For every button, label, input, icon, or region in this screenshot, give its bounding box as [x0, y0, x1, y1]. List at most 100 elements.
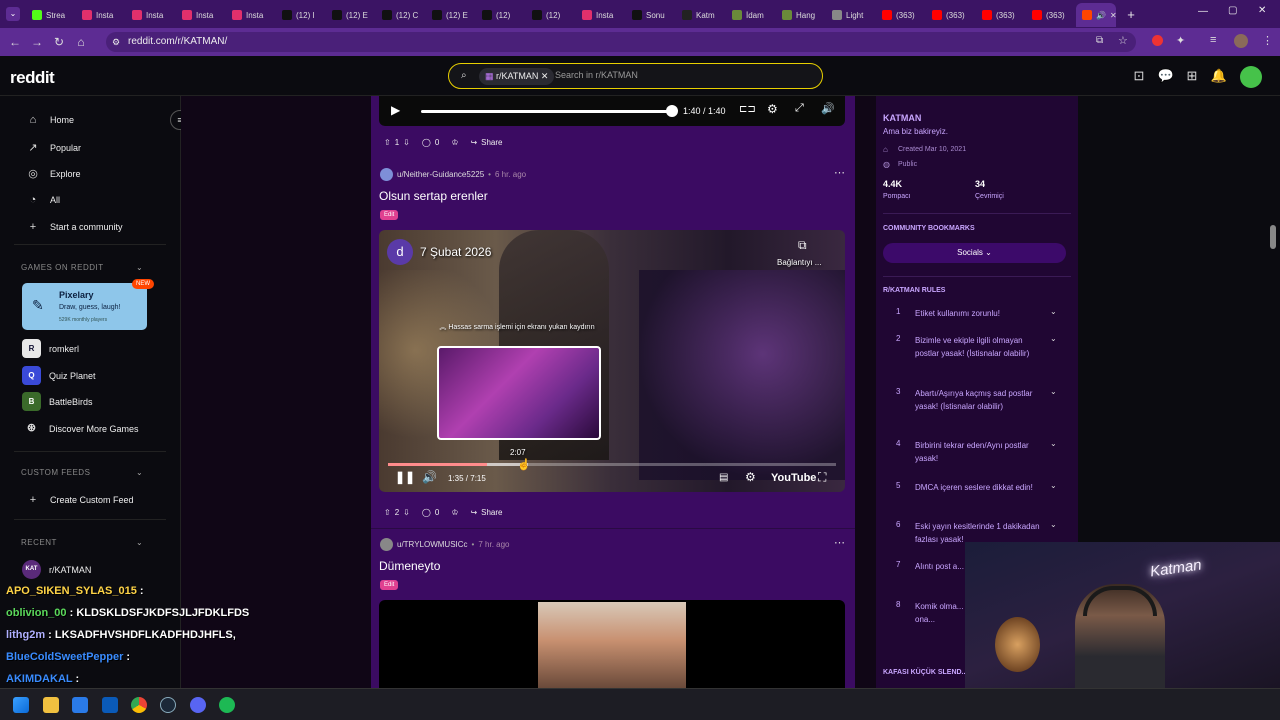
video-title[interactable]: 7 Şubat 2026 — [420, 245, 491, 259]
chip-close-icon[interactable]: ✕ — [538, 71, 549, 81]
steam-icon[interactable] — [160, 697, 176, 713]
browser-tab[interactable]: Insta — [76, 3, 126, 27]
browser-tab[interactable]: Hang — [776, 3, 826, 27]
chat-icon[interactable]: 💬 — [1157, 67, 1175, 85]
sidebar-item-start-community[interactable]: + Start a community — [26, 221, 123, 233]
post-title[interactable]: Dümeneyto — [379, 559, 440, 573]
close-icon[interactable]: ✕ — [1110, 11, 1116, 20]
browser-tab[interactable]: (363) — [926, 3, 976, 27]
recent-item[interactable]: KAT r/KATMAN — [22, 560, 91, 579]
browser-tab[interactable]: Sonu — [626, 3, 676, 27]
share-button[interactable]: ↪ Share — [470, 138, 502, 147]
browser-tab[interactable]: (363) — [876, 3, 926, 27]
file-explorer-icon[interactable] — [43, 697, 59, 713]
browser-tab[interactable]: Katm — [676, 3, 726, 27]
browser-tab[interactable]: (12) E — [326, 3, 376, 27]
chevron-down-icon[interactable]: ⌄ — [136, 263, 143, 272]
maximize-button[interactable]: ▢ — [1228, 5, 1237, 16]
youtube-logo[interactable]: YouTube — [771, 472, 816, 484]
notifications-icon[interactable]: 🔔 — [1210, 67, 1228, 85]
browser-tab[interactable]: Strea — [26, 3, 76, 27]
chevron-down-icon[interactable]: ⌄ — [1050, 387, 1057, 396]
chevron-down-icon[interactable]: ⌄ — [136, 468, 143, 477]
browser-tab-active[interactable]: 🔊 ✕ — [1076, 3, 1116, 27]
create-post-icon[interactable]: ⊞ — [1183, 67, 1201, 85]
game-item[interactable]: ⊛ Discover More Games — [22, 419, 139, 438]
fullscreen-icon[interactable]: ⛶ — [818, 470, 826, 485]
user-avatar[interactable] — [1240, 66, 1262, 88]
spotify-icon[interactable] — [219, 697, 235, 713]
search-scope-chip[interactable]: ▦ r/KATMAN ✕ — [479, 68, 555, 85]
post-flair[interactable]: Edit — [380, 580, 399, 590]
pause-icon[interactable]: ❚❚ — [395, 470, 415, 484]
url-field[interactable]: ⚙ reddit.com/r/KATMAN/ — [106, 32, 1136, 52]
captions-icon[interactable]: ⊏⊐ — [739, 104, 756, 115]
browser-tab[interactable]: (12) C — [376, 3, 426, 27]
outlook-icon[interactable] — [102, 697, 118, 713]
browser-tab[interactable]: (12) — [476, 3, 526, 27]
downvote-icon[interactable]: ⇩ — [403, 508, 410, 517]
forward-icon[interactable]: → — [26, 35, 48, 49]
profile-avatar[interactable] — [1234, 34, 1248, 48]
create-custom-feed[interactable]: + Create Custom Feed — [26, 494, 134, 506]
browser-tab[interactable]: (12) — [526, 3, 576, 27]
upvote-icon[interactable]: ⇧ — [384, 138, 391, 147]
browser-tab[interactable]: (12) I — [276, 3, 326, 27]
share-button[interactable]: ↪ Share — [470, 508, 502, 517]
post-media[interactable] — [379, 600, 845, 688]
fullscreen-icon[interactable]: ⤢ — [795, 102, 804, 115]
chevron-down-icon[interactable]: ⌄ — [136, 538, 143, 547]
channel-avatar[interactable]: d — [387, 239, 413, 265]
chevron-down-icon[interactable]: ⌄ — [1050, 439, 1057, 448]
browser-tab[interactable]: Insta — [226, 3, 276, 27]
socials-button[interactable]: Socials ⌄ — [883, 243, 1066, 263]
subtitles-icon[interactable]: ▤ — [719, 472, 728, 483]
post-flair[interactable]: Edit — [380, 210, 399, 220]
chevron-down-icon[interactable]: ⌄ — [1050, 481, 1057, 490]
page-scrollbar[interactable] — [1270, 225, 1276, 249]
custom-feeds-header[interactable]: CUSTOM FEEDS ⌄ — [21, 468, 143, 477]
play-icon[interactable]: ▶ — [391, 103, 400, 117]
game-item[interactable]: B BattleBirds — [22, 392, 93, 411]
store-icon[interactable] — [72, 697, 88, 713]
browser-menu-icon[interactable]: ⋮ — [1262, 34, 1273, 47]
post-menu-icon[interactable]: ⋯ — [834, 536, 845, 549]
browser-tab[interactable]: (363) — [976, 3, 1026, 27]
post-menu-icon[interactable]: ⋯ — [834, 166, 845, 179]
home-browser-icon[interactable]: ⌂ — [70, 35, 92, 49]
browser-tab[interactable]: Insta — [176, 3, 226, 27]
ads-icon[interactable]: ⊡ — [1130, 67, 1148, 85]
extension-icon[interactable] — [1152, 35, 1163, 46]
sidebar-item-popular[interactable]: ↗ Popular — [26, 141, 81, 154]
install-icon[interactable]: ⧉ — [1096, 35, 1103, 46]
recent-header[interactable]: RECENT ⌄ — [21, 538, 143, 547]
copy-link-icon[interactable]: ⧉ — [798, 238, 807, 253]
browser-tab[interactable]: Insta — [126, 3, 176, 27]
sidebar-item-home[interactable]: ⌂ Home — [26, 114, 74, 126]
bookmark-star-icon[interactable]: ☆ — [1118, 34, 1128, 47]
chevron-down-icon[interactable]: ⌄ — [1050, 520, 1057, 529]
video-progress-track[interactable] — [388, 463, 836, 466]
seek-bar[interactable] — [421, 110, 671, 113]
comments-button[interactable]: ◯ 0 — [422, 138, 439, 147]
chevron-down-icon[interactable]: ⌄ — [1050, 307, 1057, 316]
browser-tab[interactable]: (12) E — [426, 3, 476, 27]
chevron-down-icon[interactable]: ⌄ — [1050, 334, 1057, 343]
author-name[interactable]: u/Neither-Guidance5225 — [397, 170, 484, 179]
reload-icon[interactable]: ↻ — [48, 35, 70, 49]
volume-icon[interactable]: 🔊 — [422, 470, 437, 484]
award-button[interactable]: ♔ — [451, 508, 458, 517]
minimize-button[interactable]: — — [1198, 6, 1208, 17]
sidebar-item-explore[interactable]: ◎ Explore — [26, 167, 80, 180]
upvote-icon[interactable]: ⇧ — [384, 508, 391, 517]
volume-icon[interactable]: 🔊 — [821, 102, 835, 115]
game-item[interactable]: Q Quiz Planet — [22, 366, 96, 385]
chrome-icon[interactable] — [131, 697, 147, 713]
post-title[interactable]: Olsun sertap erenler — [379, 189, 488, 203]
browser-tab[interactable]: İdam — [726, 3, 776, 27]
extensions-puzzle-icon[interactable]: ✦ — [1176, 34, 1185, 47]
game-item[interactable]: Rromkerl — [22, 339, 79, 358]
sidebar-item-all[interactable]: ◔ All — [26, 194, 60, 206]
author-avatar[interactable] — [380, 538, 393, 551]
tab-search-button[interactable]: ⌄ — [6, 7, 20, 21]
